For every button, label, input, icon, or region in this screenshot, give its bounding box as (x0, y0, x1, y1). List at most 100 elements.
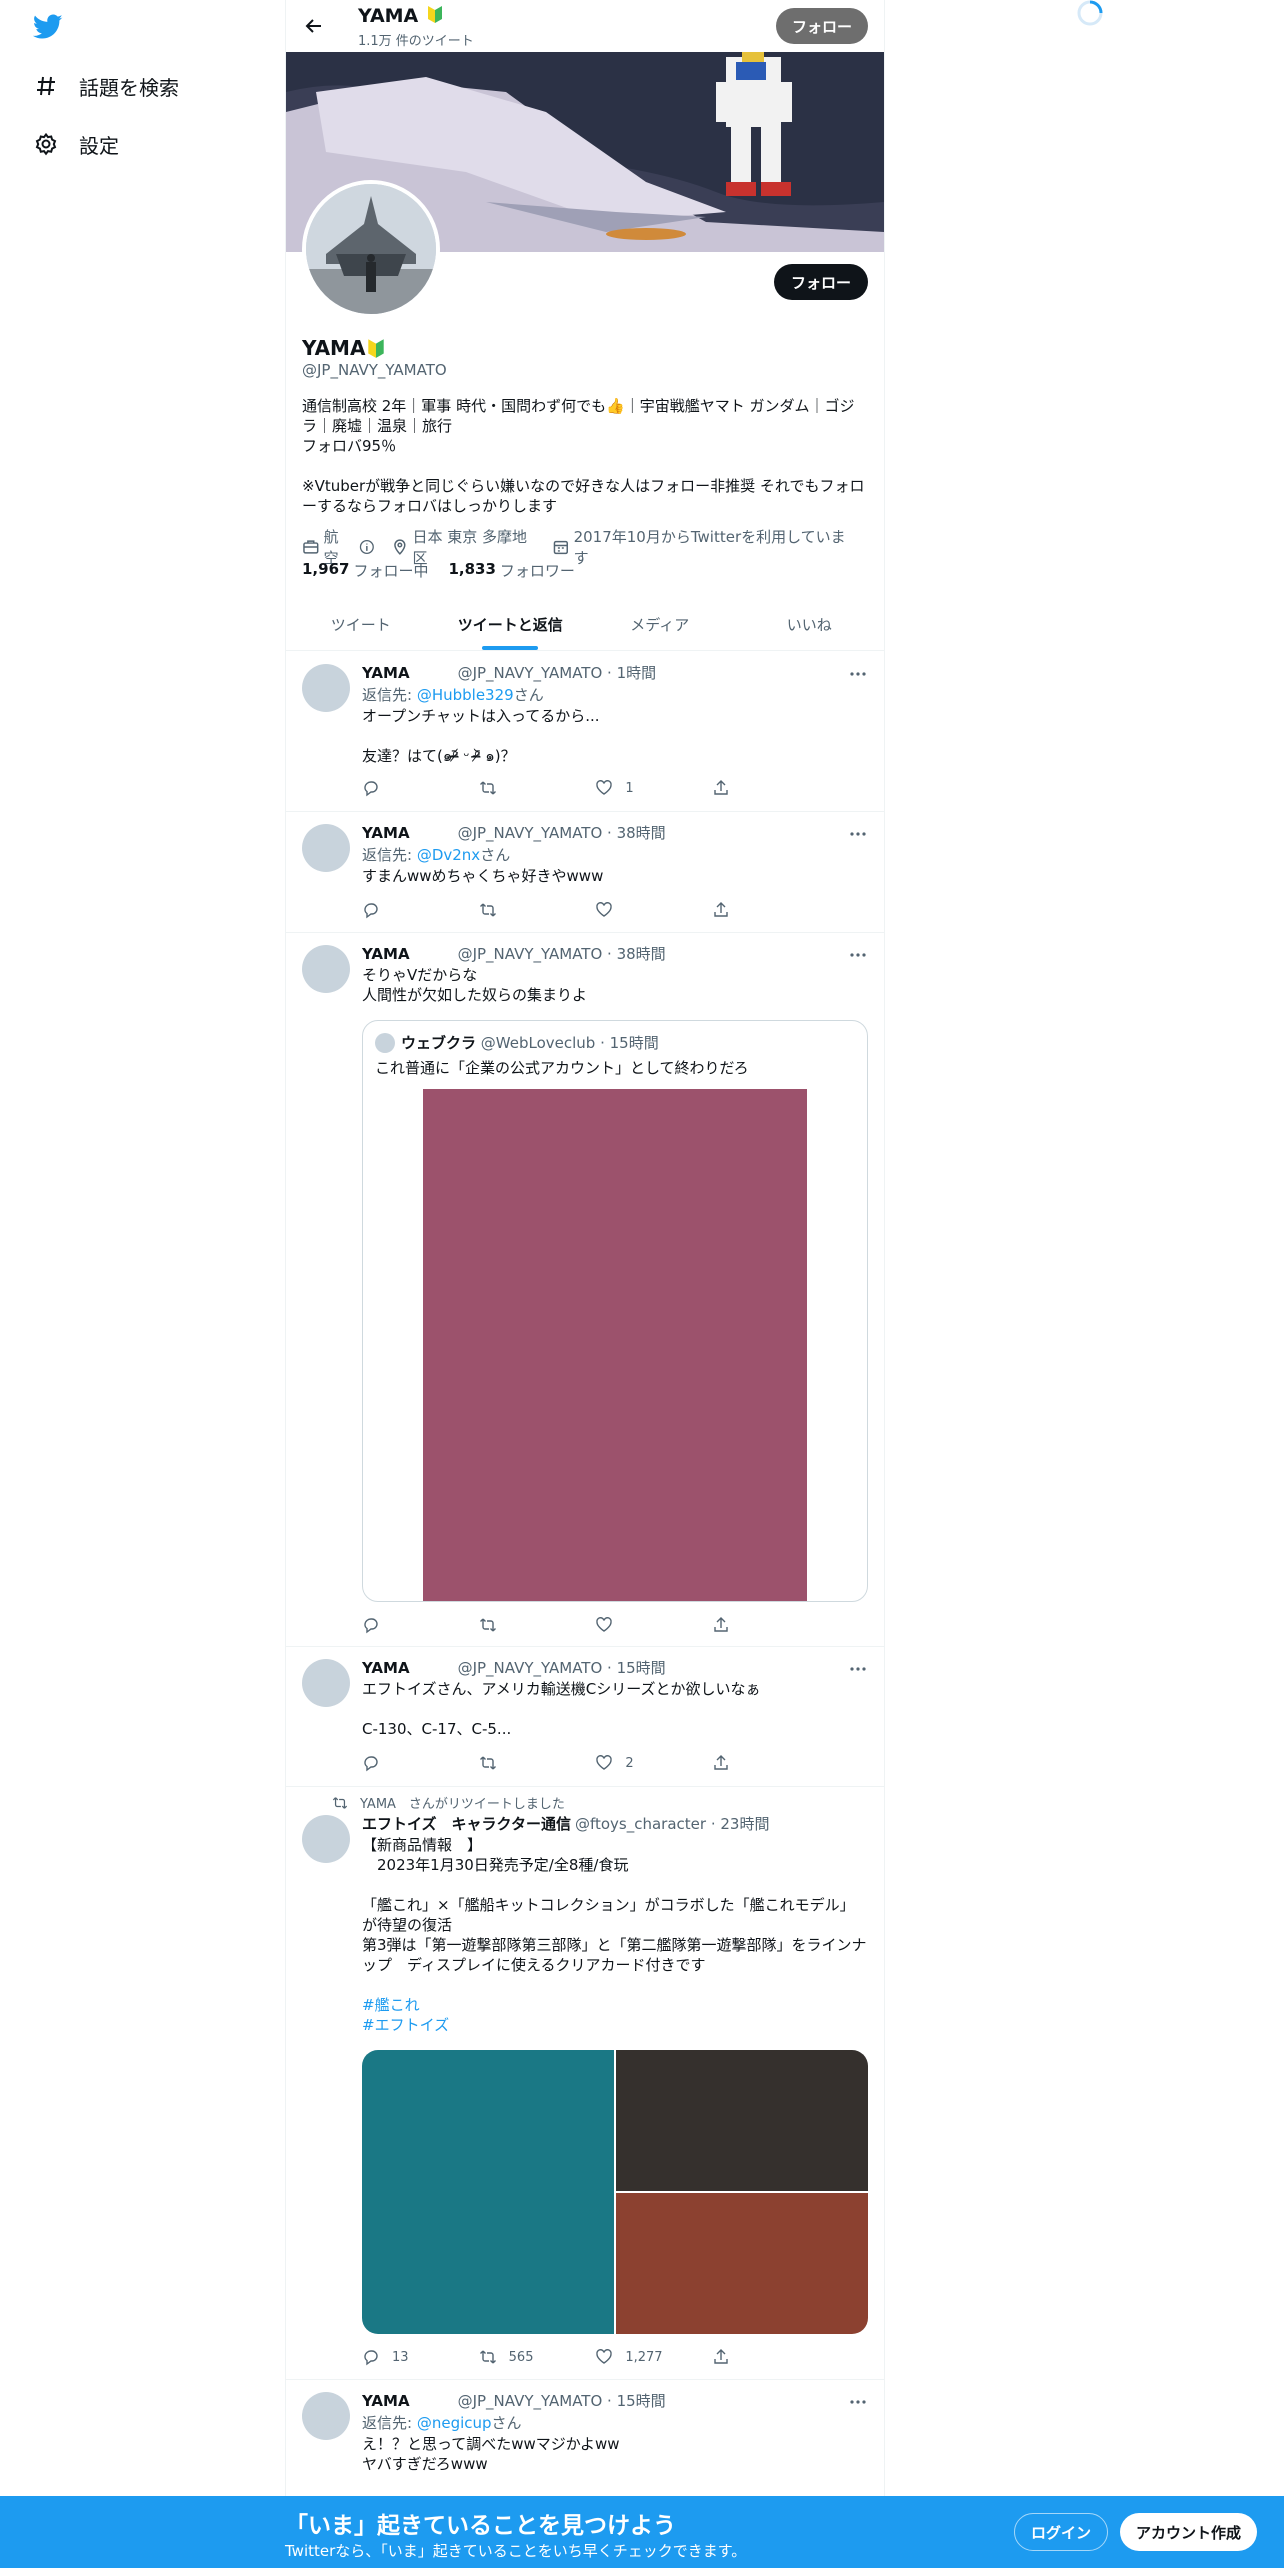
header-follow-button[interactable]: フォロー (775, 8, 868, 44)
reply-button[interactable] (362, 778, 442, 798)
share-icon (714, 780, 728, 795)
more-icon[interactable] (848, 945, 868, 965)
profile-tabs: ツイート ツイートと返信 メディア いいね (286, 598, 884, 651)
tweet[interactable]: YAMA @JP_NAVY_YAMATO · 15時間 エフトイズさん、アメリカ輸… (286, 1647, 884, 1787)
reply-button[interactable] (362, 1753, 442, 1773)
tweet[interactable]: YAMA @JP_NAVY_YAMATO · 15時間 返信先: @negicup… (286, 2380, 884, 2496)
profile-stats: 1,967 フォロー中 1,833 フォロワー (302, 560, 595, 581)
hashtag-link[interactable]: #エフトイズ (362, 2015, 449, 2035)
tweet-text: エフトイズさん、アメリカ輸送機Cシリーズとか欲しいなぁ C-130、C-17、C… (362, 1680, 761, 1738)
following-label[interactable]: フォロー中 (353, 560, 428, 581)
tweet-header: YAMA @JP_NAVY_YAMATO · 38時間 (362, 944, 666, 964)
reply-icon (364, 2350, 378, 2366)
reply-icon (364, 1756, 378, 1772)
share-icon (714, 1617, 728, 1632)
tweet-text: そりゃVだからな 人間性が欠如した奴らの集まりよ (362, 966, 588, 1004)
like-button[interactable] (595, 1615, 675, 1635)
tab-likes[interactable]: いいね (735, 598, 885, 650)
tweet[interactable]: YAMA @JP_NAVY_YAMATO · 1時間 返信先: @Hubble32… (286, 652, 884, 812)
reply-mention-link[interactable]: @negicup (417, 2414, 492, 2432)
tweet-header: YAMA @JP_NAVY_YAMATO · 15時間 (362, 1658, 666, 1678)
retweet-button[interactable] (479, 900, 559, 920)
tweet-header: YAMA @JP_NAVY_YAMATO · 38時間 (362, 823, 666, 843)
followers-count[interactable]: 1,833 (448, 560, 495, 581)
tweet-text: すまんwwめちゃくちゃ好きやwww (362, 867, 604, 885)
tab-tweets-and-replies[interactable]: ツイートと返信 (436, 598, 586, 650)
signup-banner-subtitle: Twitterなら、「いま」起きていることをいち早くチェックできます。 (285, 2542, 747, 2560)
reply-button[interactable]: 13 (362, 2347, 442, 2367)
tab-tweets[interactable]: ツイート (286, 598, 436, 650)
gear-icon (33, 131, 59, 157)
more-icon[interactable] (848, 664, 868, 684)
left-nav: 話題を検索 設定 (0, 0, 285, 300)
media-image[interactable] (362, 2050, 614, 2334)
following-count[interactable]: 1,967 (302, 560, 349, 581)
like-button[interactable] (595, 900, 675, 920)
more-icon[interactable] (848, 1659, 868, 1679)
profile-handle: @JP_NAVY_YAMATO (302, 361, 447, 379)
retweet-button[interactable] (479, 1615, 559, 1635)
tweet-actions (362, 1615, 792, 1635)
beginner-mark-icon (427, 6, 442, 23)
followers-label[interactable]: フォロワー (500, 560, 575, 581)
back-arrow-icon[interactable] (298, 10, 330, 42)
avatar[interactable] (302, 824, 350, 872)
tweet[interactable]: YAMA @JP_NAVY_YAMATO · 38時間 返信先: @Dv2nxさん… (286, 812, 884, 933)
tweet-header: エフトイズ キャラクター通信 @ftoys_character · 23時間 (362, 1815, 770, 1833)
tab-media[interactable]: メディア (585, 598, 735, 650)
follow-button[interactable]: フォロー (773, 264, 868, 300)
avatar[interactable] (302, 664, 350, 712)
reply-button[interactable] (362, 1615, 442, 1635)
location-pin-icon (393, 539, 406, 555)
share-button[interactable] (712, 778, 792, 798)
share-button[interactable] (712, 1615, 792, 1635)
retweet-icon (479, 781, 496, 795)
nav-explore[interactable]: 話題を検索 (33, 66, 179, 106)
avatar[interactable] (302, 1815, 350, 1863)
retweet-button[interactable]: 565 (479, 2347, 559, 2367)
tweet-actions (362, 900, 792, 920)
retweet-icon (479, 1618, 496, 1632)
profile-header-bar: YAMA 1.1万 件のツイート フォロー (286, 0, 884, 52)
retweet-button[interactable] (479, 1753, 559, 1773)
share-button[interactable] (712, 1753, 792, 1773)
tweet-actions: 2 (362, 1753, 792, 1773)
more-icon[interactable] (848, 2392, 868, 2412)
hashtag-icon (33, 73, 59, 99)
tweet-text: 【新商品情報 】 2023年1月30日発売予定/全8種/食玩 「艦これ」×「艦船… (362, 1836, 867, 1974)
retweet-button[interactable] (479, 778, 559, 798)
reply-mention-link[interactable]: @Dv2nx (417, 846, 480, 864)
signup-button[interactable]: アカウント作成 (1120, 2513, 1258, 2551)
hashtag-link[interactable]: #艦これ (362, 1995, 449, 2015)
media-image[interactable] (616, 2193, 868, 2334)
main-column: YAMA 1.1万 件のツイート フォロー フォロー YAMA @JP_NAVY… (285, 0, 885, 2568)
reply-button[interactable] (362, 900, 442, 920)
reply-mention-link[interactable]: @Hubble329 (417, 686, 514, 704)
twitter-logo-icon[interactable] (32, 14, 65, 42)
avatar[interactable] (302, 2392, 350, 2440)
retweet-icon (479, 903, 496, 917)
share-button[interactable] (712, 2347, 792, 2367)
profile-avatar[interactable] (302, 180, 440, 318)
tweet[interactable]: YAMA さんがリツイートしました エフトイズ キャラクター通信 @ftoys_c… (286, 1787, 884, 2380)
info-icon (359, 539, 374, 555)
avatar[interactable] (302, 945, 350, 993)
share-button[interactable] (712, 900, 792, 920)
nav-settings-label: 設定 (79, 133, 119, 158)
like-button[interactable]: 1,277 (595, 2347, 675, 2367)
more-icon[interactable] (848, 824, 868, 844)
avatar[interactable] (302, 1659, 350, 1707)
quoted-tweet[interactable]: ウェブクラ @WebLoveclub · 15時間 これ普通に「企業の公式アカウ… (362, 1020, 868, 1602)
nav-settings[interactable]: 設定 (33, 124, 119, 164)
loading-spinner-icon (1075, 0, 1105, 30)
quote-avatar (375, 1033, 395, 1053)
signup-banner: 「いま」起きていることを見つけよう Twitterなら、「いま」起きていることを… (0, 2496, 1284, 2568)
media-image[interactable] (616, 2050, 868, 2191)
reply-context: 返信先: @Dv2nxさん (362, 846, 511, 864)
login-button[interactable]: ログイン (1014, 2513, 1109, 2551)
signup-banner-title: 「いま」起きていることを見つけよう (285, 2513, 676, 2539)
like-button[interactable]: 2 (595, 1753, 675, 1773)
tweet[interactable]: YAMA @JP_NAVY_YAMATO · 38時間 そりゃVだからな 人間性が… (286, 933, 884, 1647)
like-button[interactable]: 1 (595, 778, 675, 798)
quote-media[interactable] (423, 1089, 807, 1601)
